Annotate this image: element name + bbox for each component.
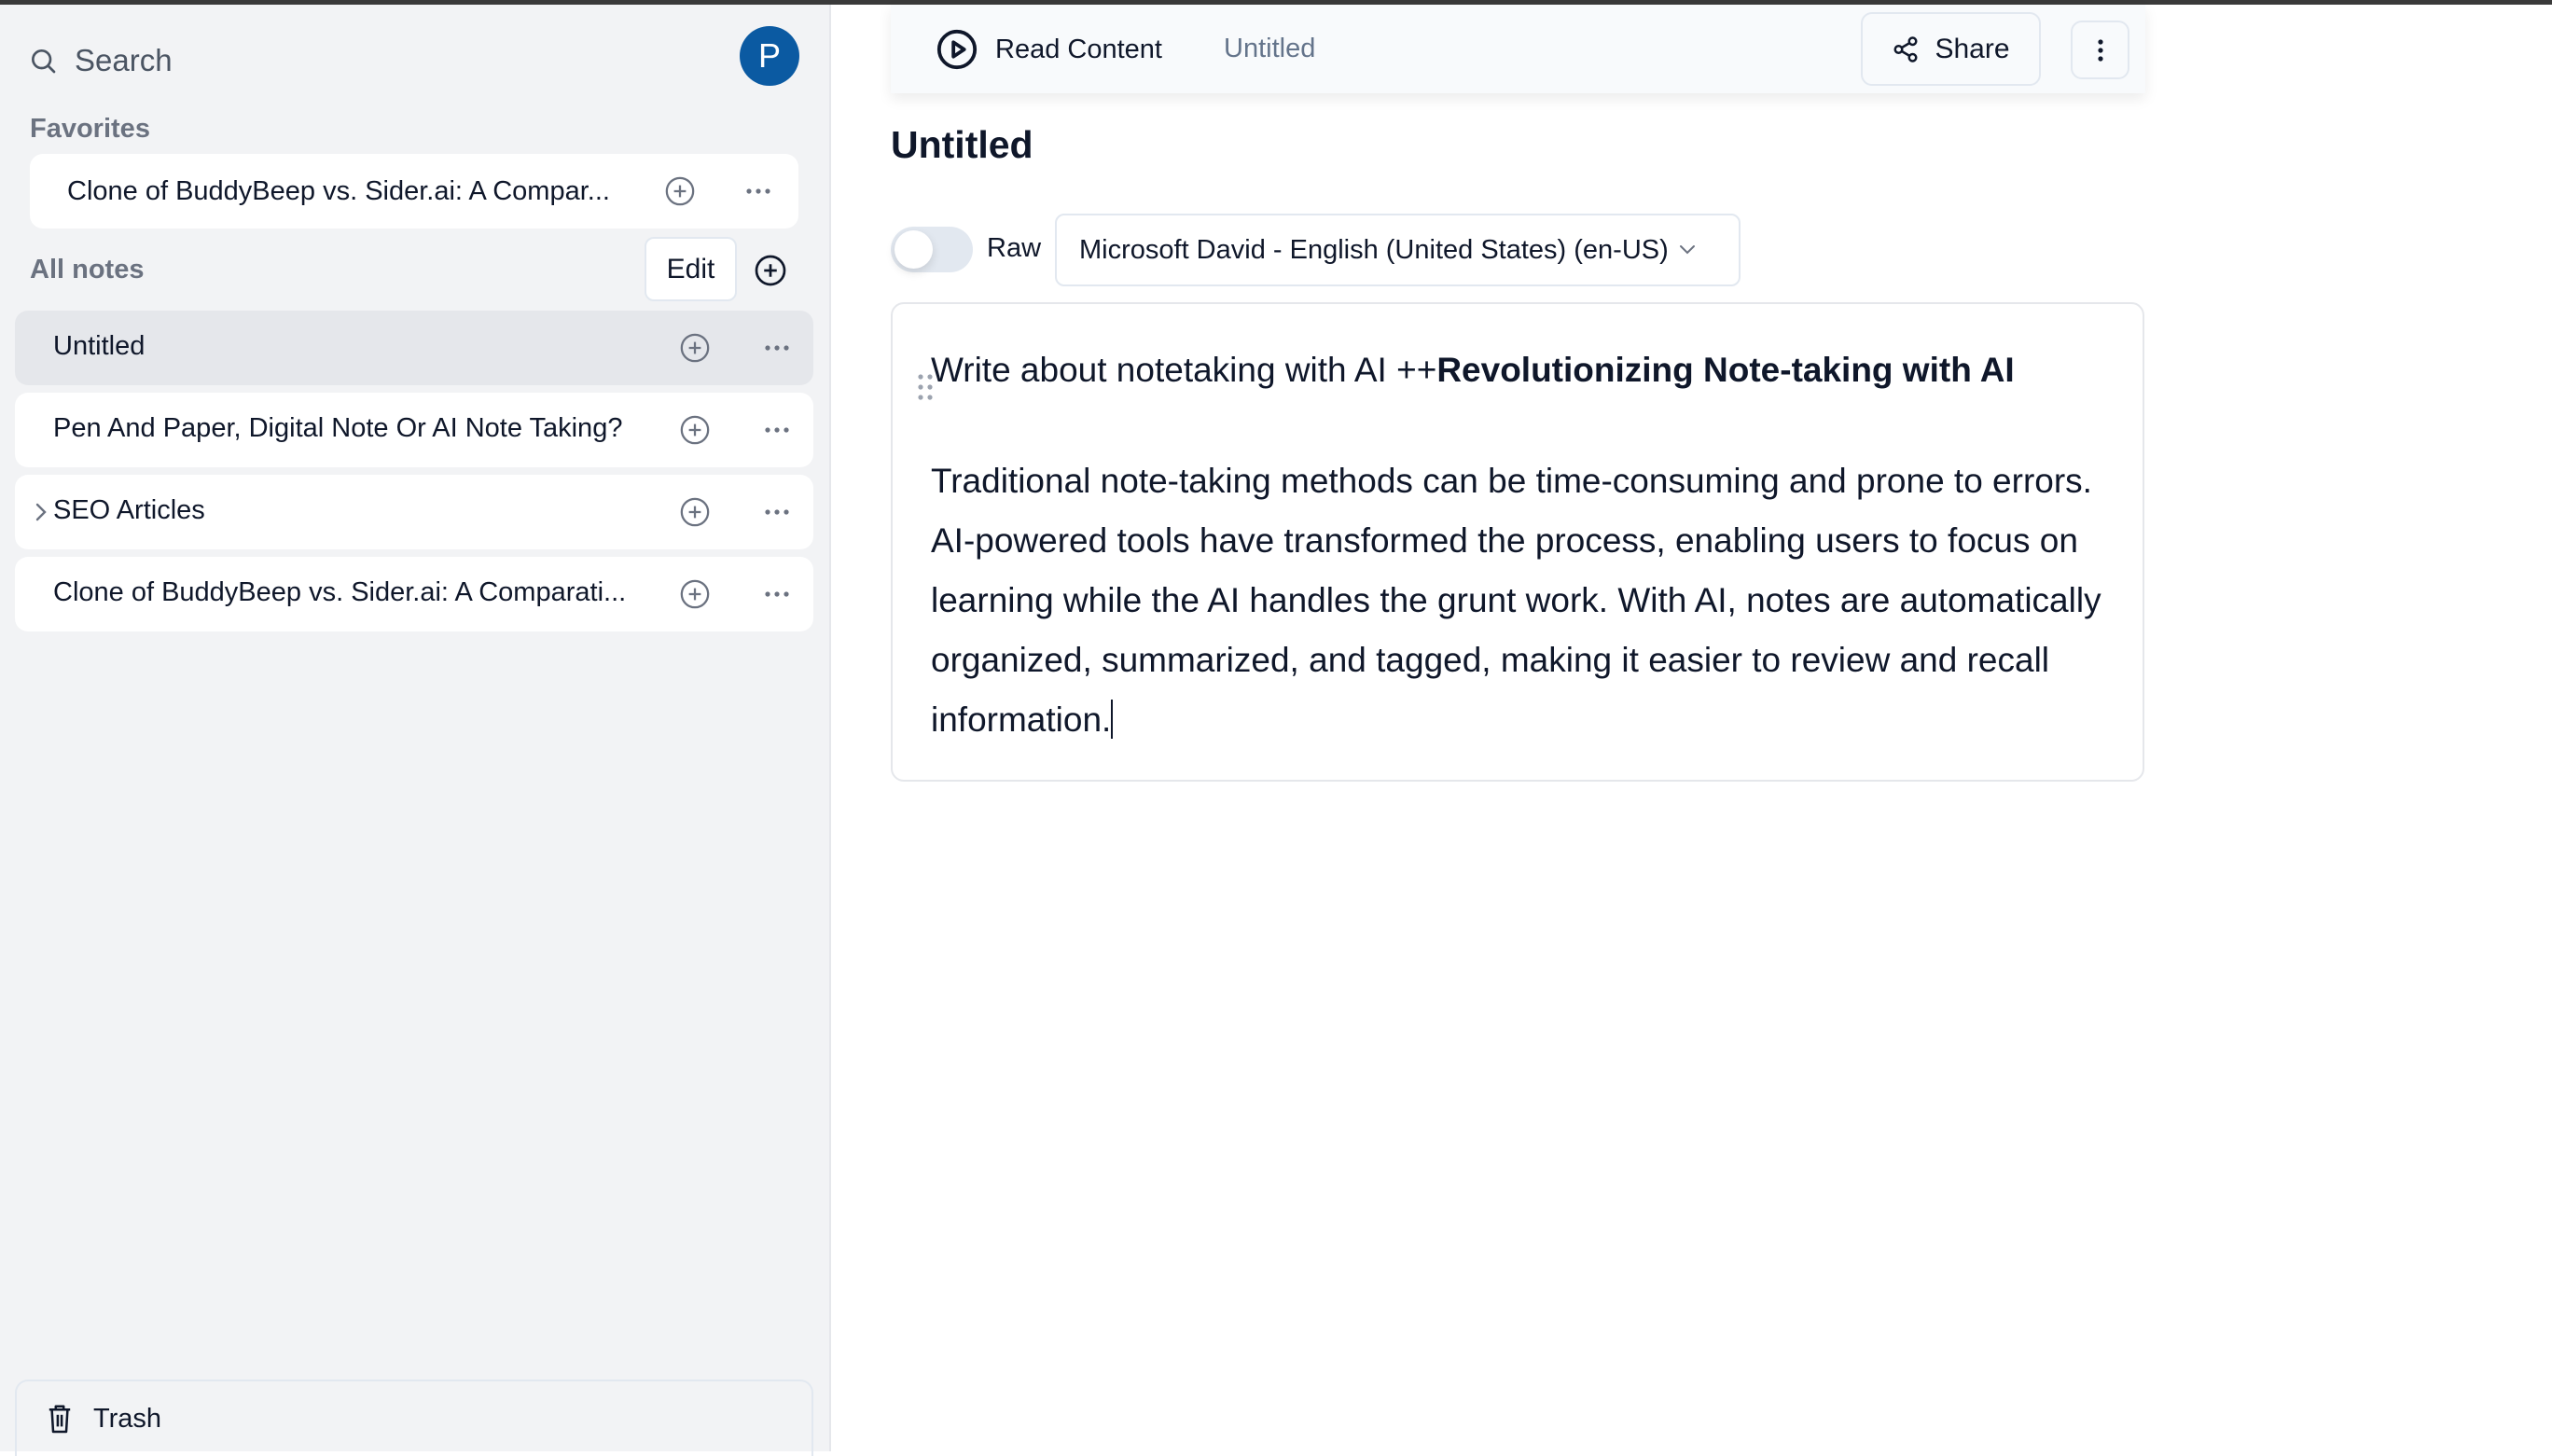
breadcrumb: Untitled [1224, 34, 1316, 63]
add-subnote-icon[interactable] [679, 414, 711, 446]
sidebar: Search P Favorites Clone of BuddyBeep vs… [0, 5, 831, 1456]
editor-paragraph-text: Traditional note-taking methods can be t… [931, 462, 2101, 739]
trash-icon [49, 1405, 71, 1434]
more-options-icon[interactable] [744, 187, 772, 196]
more-options-icon[interactable] [763, 507, 791, 517]
avatar[interactable]: P [740, 26, 799, 86]
editor-first-line[interactable]: Write about notetaking with AI ++Revolut… [931, 351, 2015, 390]
editor-prompt-text: Write about notetaking with AI ++ [931, 351, 1437, 389]
toggle-knob [895, 230, 933, 269]
top-toolbar: Read Content Untitled Share [891, 5, 2145, 93]
raw-toggle[interactable] [891, 227, 973, 272]
chevron-down-icon [1679, 245, 1695, 255]
note-item-title: Pen And Paper, Digital Note Or AI Note T… [53, 413, 623, 443]
add-subnote-icon[interactable] [664, 175, 696, 207]
note-editor[interactable]: Write about notetaking with AI ++Revolut… [891, 302, 2144, 782]
share-label: Share [1935, 33, 2010, 64]
plus-circle-icon [755, 255, 786, 286]
favorite-item[interactable]: Clone of BuddyBeep vs. Sider.ai: A Compa… [30, 154, 798, 229]
all-notes-label: All notes [30, 255, 145, 284]
editor-paragraph[interactable]: Traditional note-taking methods can be t… [931, 451, 2134, 750]
more-options-icon[interactable] [763, 425, 791, 435]
search-input[interactable]: Search [28, 40, 173, 81]
search-icon [32, 49, 56, 74]
more-options-icon[interactable] [763, 589, 791, 599]
edit-button[interactable]: Edit [645, 237, 737, 301]
add-subnote-icon[interactable] [679, 496, 711, 528]
share-button[interactable]: Share [1861, 12, 2041, 86]
note-item-title: SEO Articles [53, 495, 205, 525]
note-item-clone-buddybeep[interactable]: Clone of BuddyBeep vs. Sider.ai: A Compa… [15, 557, 813, 631]
search-placeholder: Search [75, 43, 173, 77]
read-content-label: Read Content [995, 34, 1162, 64]
play-circle-icon [936, 29, 978, 70]
more-menu-button[interactable] [2071, 21, 2129, 79]
read-content-button[interactable]: Read Content [936, 28, 1162, 71]
add-note-button[interactable] [752, 252, 789, 289]
trash-button[interactable]: Trash [15, 1380, 813, 1456]
note-item-title: Clone of BuddyBeep vs. Sider.ai: A Compa… [53, 577, 627, 607]
page-title: Untitled [891, 123, 1033, 166]
chevron-right-icon[interactable] [34, 499, 49, 525]
editor-heading: Revolutionizing Note-taking with AI [1436, 351, 2015, 389]
text-cursor [1111, 700, 1114, 739]
note-item-seo-articles[interactable]: SEO Articles [15, 475, 813, 549]
voice-select-value: Microsoft David - English (United States… [1079, 234, 1669, 265]
voice-select[interactable]: Microsoft David - English (United States… [1055, 214, 1741, 286]
add-subnote-icon[interactable] [679, 332, 711, 364]
favorites-label: Favorites [30, 114, 150, 144]
note-item-pen-and-paper[interactable]: Pen And Paper, Digital Note Or AI Note T… [15, 393, 813, 467]
favorite-item-title: Clone of BuddyBeep vs. Sider.ai: A Compa… [67, 175, 610, 206]
share-icon [1893, 35, 1918, 62]
vertical-dots-icon [2097, 38, 2103, 62]
trash-label: Trash [93, 1403, 162, 1434]
more-options-icon[interactable] [763, 343, 791, 353]
avatar-initial: P [757, 36, 781, 75]
note-item-title: Untitled [53, 331, 146, 361]
add-subnote-icon[interactable] [679, 578, 711, 610]
note-item-untitled[interactable]: Untitled [15, 311, 813, 385]
raw-label: Raw [987, 233, 1042, 263]
